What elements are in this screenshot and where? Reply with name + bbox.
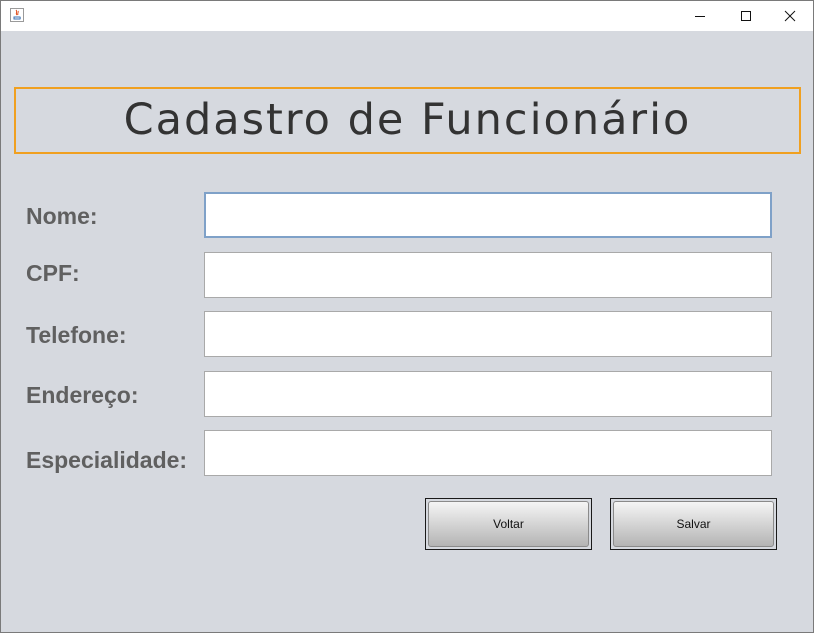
- telefone-label: Telefone:: [26, 322, 127, 348]
- title-bar[interactable]: [1, 1, 813, 31]
- salvar-button-label: Salvar: [613, 501, 774, 547]
- minimize-button[interactable]: [677, 1, 723, 31]
- minimize-icon: [695, 16, 705, 17]
- maximize-button[interactable]: [723, 1, 769, 31]
- telefone-input[interactable]: [204, 311, 772, 357]
- nome-label: Nome:: [26, 203, 98, 229]
- especialidade-input[interactable]: [204, 430, 772, 476]
- java-app-icon[interactable]: [10, 8, 24, 22]
- nome-input[interactable]: [204, 192, 772, 238]
- endereco-label: Endereço:: [26, 382, 139, 408]
- maximize-icon: [741, 11, 751, 21]
- salvar-button[interactable]: Salvar: [610, 498, 777, 550]
- close-button[interactable]: [767, 1, 813, 31]
- cpf-input[interactable]: [204, 252, 772, 298]
- voltar-button-label: Voltar: [428, 501, 589, 547]
- close-icon: [784, 10, 796, 22]
- voltar-button[interactable]: Voltar: [425, 498, 592, 550]
- app-window: Cadastro de Funcionário Nome: CPF: Telef…: [0, 0, 814, 633]
- especialidade-label: Especialidade:: [26, 447, 188, 473]
- page-title: Cadastro de Funcionário: [123, 95, 692, 145]
- endereco-input[interactable]: [204, 371, 772, 417]
- header-panel: Cadastro de Funcionário: [14, 87, 801, 154]
- cpf-label: CPF:: [26, 260, 80, 286]
